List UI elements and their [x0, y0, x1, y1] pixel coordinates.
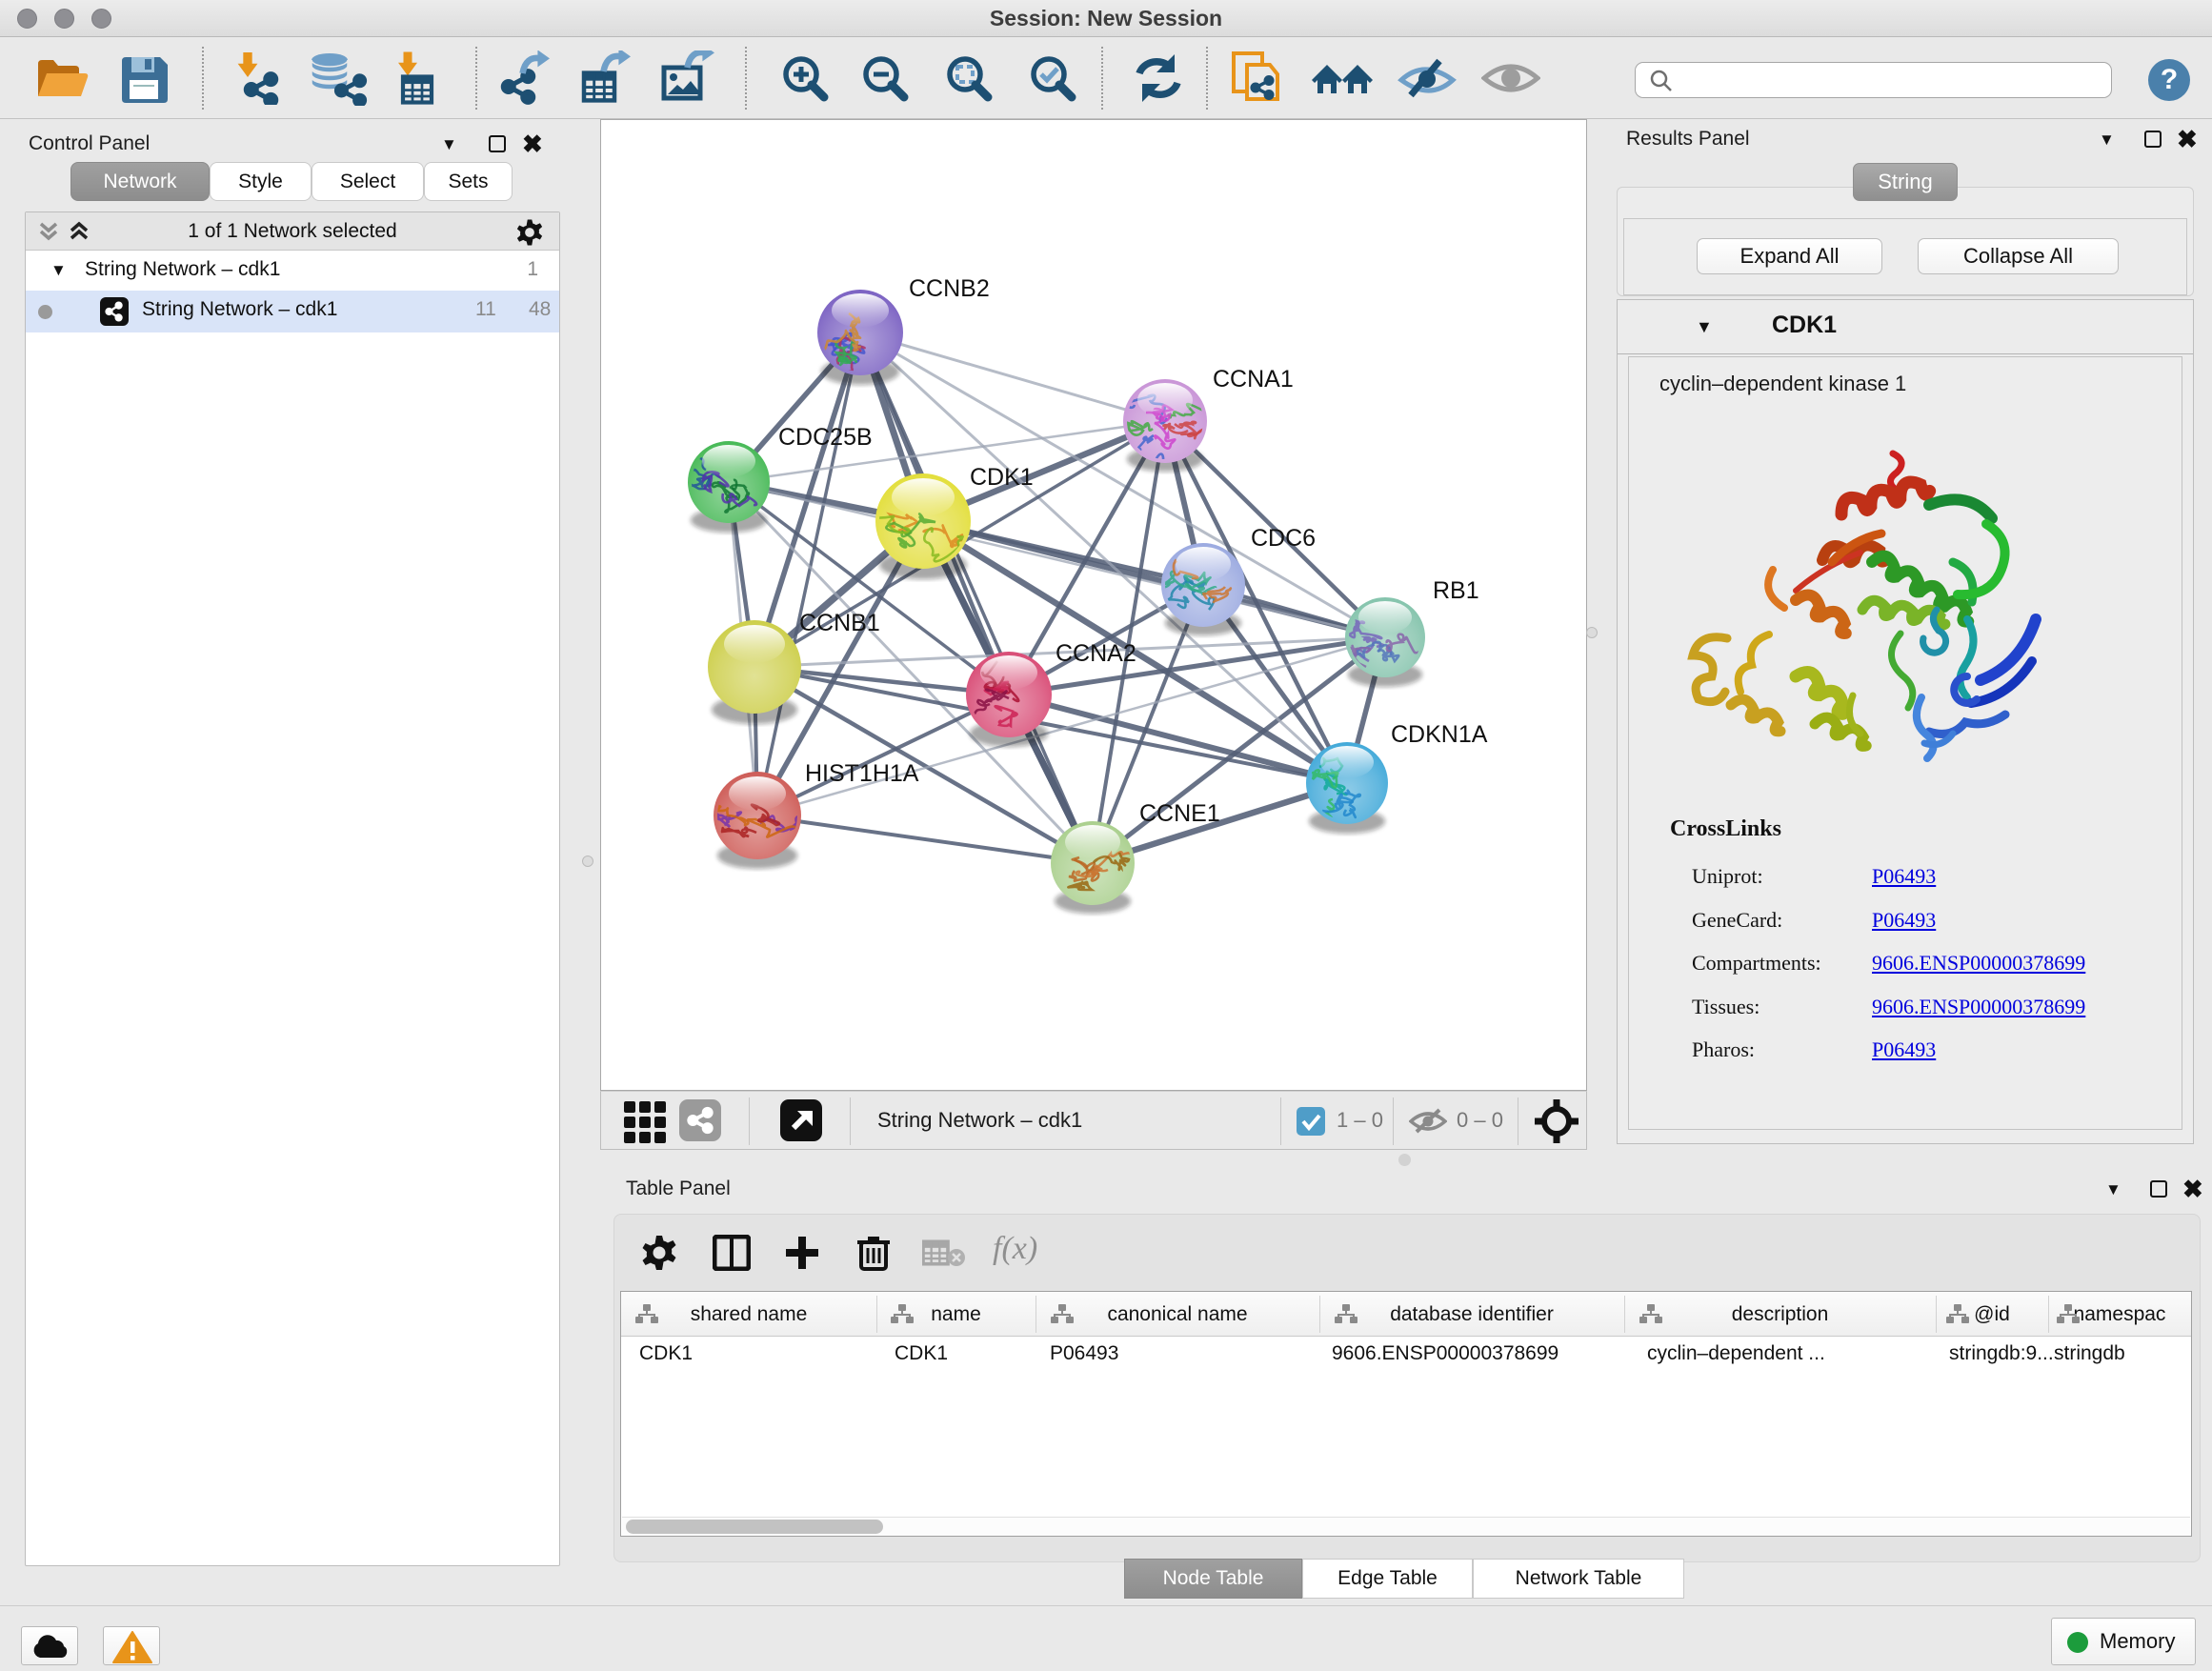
- svg-text:CDKN1A: CDKN1A: [1391, 721, 1488, 748]
- svg-text:CDC25B: CDC25B: [778, 424, 873, 451]
- svg-text:CCNB1: CCNB1: [799, 610, 880, 636]
- svg-text:CDC6: CDC6: [1251, 525, 1316, 552]
- svg-text:CCNE1: CCNE1: [1139, 800, 1220, 827]
- svg-text:CCNA2: CCNA2: [1056, 640, 1136, 667]
- svg-text:HIST1H1A: HIST1H1A: [805, 760, 919, 787]
- svg-text:CCNB2: CCNB2: [909, 275, 990, 302]
- svg-text:CCNA1: CCNA1: [1213, 366, 1294, 393]
- svg-text:CDK1: CDK1: [970, 464, 1034, 491]
- svg-text:RB1: RB1: [1433, 577, 1479, 604]
